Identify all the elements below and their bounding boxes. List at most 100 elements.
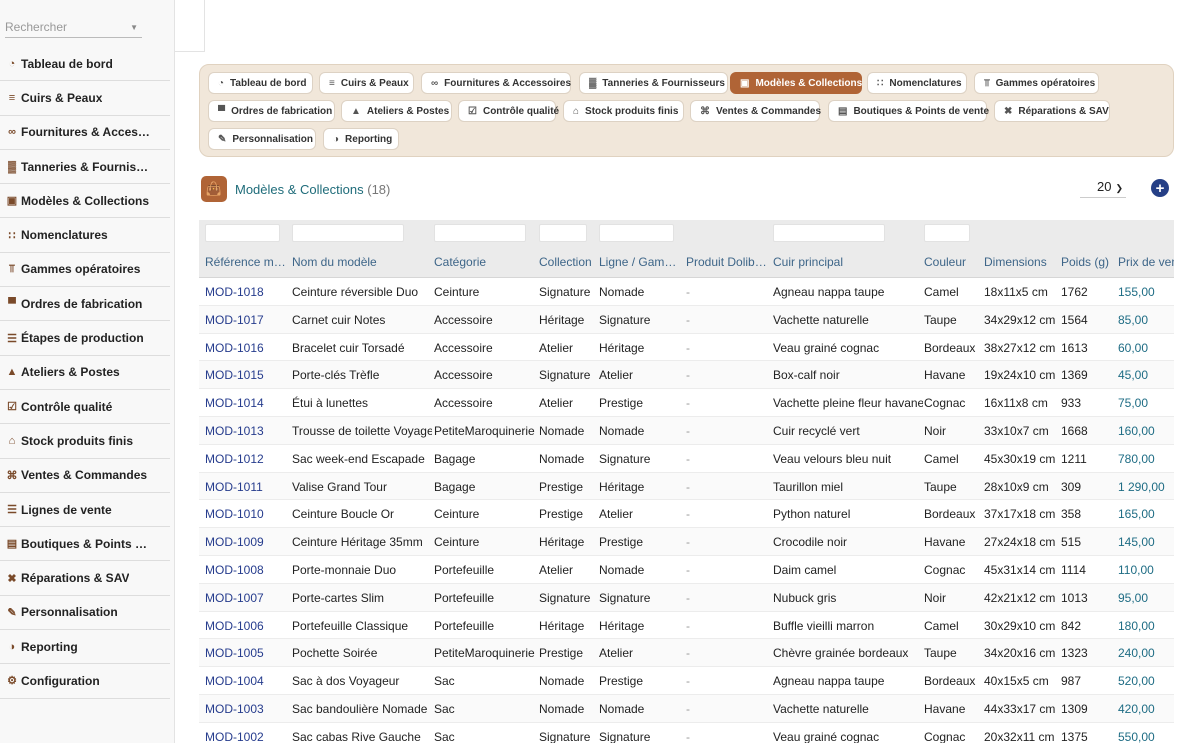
record-ref-link[interactable]: MOD-1004 — [205, 674, 285, 688]
add-record-button[interactable]: + — [1151, 179, 1169, 197]
record-ref-link[interactable]: MOD-1016 — [205, 341, 285, 355]
sidebar-item[interactable]: ⚙ Configuration — [0, 664, 170, 699]
sidebar-item[interactable]: ⫪ Gammes opératoires — [0, 253, 170, 288]
table-row[interactable]: MOD-1010 Ceinture Boucle Or Ceinture Presti… — [199, 500, 1174, 529]
sidebar-item[interactable]: ☰ Lignes de vente — [0, 493, 170, 528]
tab[interactable]: ▤ Boutiques & Points de vente — [828, 100, 989, 122]
tab[interactable]: ⌘ Ventes & Commandes — [690, 100, 821, 122]
sidebar-item[interactable]: ⌘ Ventes & Commandes — [0, 459, 170, 493]
table-row[interactable]: MOD-1013 Trousse de toilette Voyage Petite… — [199, 417, 1174, 445]
column-header[interactable]: Dimensions — [984, 255, 1060, 269]
table-row[interactable]: MOD-1002 Sac cabas Rive Gauche Sac Signatur… — [199, 723, 1174, 743]
record-ref-link[interactable]: MOD-1011 — [205, 480, 285, 494]
tools-icon: ✖ — [7, 572, 17, 585]
record-ref-link[interactable]: MOD-1003 — [205, 702, 285, 716]
record-ref-link[interactable]: MOD-1013 — [205, 424, 285, 438]
table-cell: Python naturel — [773, 507, 851, 522]
tab[interactable]: ◔ Tableau de bord — [208, 72, 313, 94]
tab[interactable]: ⫪ Gammes opératoires — [974, 72, 1099, 94]
sidebar-item[interactable]: ≡ Cuirs & Peaux — [0, 81, 170, 116]
tab[interactable]: ∞ Fournitures & Accessoires — [421, 72, 571, 94]
caret-down-icon[interactable]: ▼ — [130, 23, 138, 32]
table-row[interactable]: MOD-1014 Étui à lunettes Accessoire Atelier… — [199, 389, 1174, 417]
table-row[interactable]: MOD-1016 Bracelet cuir Torsadé Accessoire A… — [199, 334, 1174, 362]
table-cell: Cognac — [924, 396, 966, 411]
column-header[interactable]: Cuir principal — [773, 255, 923, 269]
column-filter-input[interactable] — [434, 224, 526, 242]
sidebar-item[interactable]: ◔ Tableau de bord — [0, 47, 170, 82]
tab[interactable]: ∷ Nomenclatures — [867, 72, 967, 94]
record-ref-link[interactable]: MOD-1005 — [205, 646, 285, 660]
tab[interactable]: ⌂ Stock produits finis — [563, 100, 684, 122]
sidebar-item[interactable]: ▲ Ateliers & Postes — [0, 356, 170, 390]
table-cell: 45,00 — [1118, 368, 1149, 383]
record-ref-link[interactable]: MOD-1010 — [205, 507, 285, 521]
sidebar-item[interactable]: ⌂ Stock produits finis — [0, 424, 170, 459]
tab[interactable]: ▀ Ordres de fabrication — [208, 100, 335, 122]
sidebar-item[interactable]: ☰ Étapes de production — [0, 321, 170, 356]
table-row[interactable]: MOD-1005 Pochette Soirée PetiteMaroquineri… — [199, 639, 1174, 668]
sidebar-item[interactable]: ☑ Contrôle qualité — [0, 390, 170, 425]
table-cell: Taupe — [924, 312, 957, 327]
table-cell: Nomade — [539, 702, 585, 716]
table-row[interactable]: MOD-1011 Valise Grand Tour Bagage Prestige H… — [199, 472, 1174, 501]
column-header[interactable]: Référence m… — [205, 255, 285, 269]
record-ref-link[interactable]: MOD-1017 — [205, 313, 285, 327]
table-row[interactable]: MOD-1015 Porte-clés Trèfle Accessoire Signa… — [199, 361, 1174, 390]
column-filter-input[interactable] — [292, 224, 404, 242]
tab[interactable]: ≡ Cuirs & Peaux — [319, 72, 414, 94]
table-row[interactable]: MOD-1017 Carnet cuir Notes Accessoire Hérit… — [199, 305, 1174, 334]
table-row[interactable]: MOD-1018 Ceinture réversible Duo Ceinture S… — [199, 278, 1174, 306]
tab[interactable]: ◑ Reporting — [323, 128, 399, 150]
table-row[interactable]: MOD-1003 Sac bandoulière Nomade Sac Nomade N… — [199, 695, 1174, 723]
tab[interactable]: ▣ Modèles & Collections — [730, 72, 862, 94]
sidebar-item[interactable]: ▤ Boutiques & Points … — [0, 527, 170, 562]
record-ref-link[interactable]: MOD-1002 — [205, 730, 285, 743]
record-ref-link[interactable]: MOD-1006 — [205, 619, 285, 633]
table-row[interactable]: MOD-1007 Porte-cartes Slim Portefeuille Sig… — [199, 583, 1174, 612]
page-limit-select[interactable]: 20 ❯ — [1080, 176, 1126, 198]
tab[interactable]: ✎ Personnalisation — [208, 128, 316, 150]
record-ref-link[interactable]: MOD-1014 — [205, 396, 285, 410]
table-row[interactable]: MOD-1006 Portefeuille Classique Portefeuil… — [199, 612, 1174, 640]
column-header[interactable]: Catégorie — [434, 255, 539, 269]
record-ref-link[interactable]: MOD-1018 — [205, 285, 285, 299]
table-cell: Camel — [924, 451, 959, 466]
tab[interactable]: ▲ Ateliers & Postes — [341, 100, 452, 122]
record-ref-link[interactable]: MOD-1007 — [205, 591, 285, 605]
column-header[interactable]: Prix de vent — [1118, 255, 1174, 269]
record-ref-link[interactable]: MOD-1008 — [205, 563, 285, 577]
column-header[interactable]: Couleur — [924, 255, 982, 269]
sidebar-item[interactable]: ▓ Tanneries & Fournis… — [0, 150, 170, 185]
column-filter-input[interactable] — [924, 224, 970, 242]
table-row[interactable]: MOD-1012 Sac week-end Escapade Bagage Nomad… — [199, 445, 1174, 473]
column-header[interactable]: Nom du modèle — [292, 255, 432, 269]
column-header[interactable]: Poids (g) — [1061, 255, 1116, 269]
record-ref-link[interactable]: MOD-1015 — [205, 368, 285, 382]
tab[interactable]: ▓ Tanneries & Fournisseurs — [579, 72, 728, 94]
sidebar-item[interactable]: ◑ Reporting — [0, 630, 170, 665]
column-filter-input[interactable] — [773, 224, 885, 242]
search-select[interactable]: Rechercher ▼ — [5, 14, 142, 38]
column-filter-input[interactable] — [205, 224, 280, 242]
column-header[interactable]: Collection — [539, 255, 597, 269]
table-row[interactable]: MOD-1009 Ceinture Héritage 35mm Ceinture Hé… — [199, 528, 1174, 556]
sidebar-item[interactable]: ▣ Modèles & Collections — [0, 184, 170, 219]
column-filter-input[interactable] — [539, 224, 587, 242]
table-row[interactable]: MOD-1004 Sac à dos Voyageur Sac Nomade Prest… — [199, 667, 1174, 695]
column-filter-input[interactable] — [599, 224, 674, 242]
tab[interactable]: ☑ Contrôle qualité — [458, 100, 559, 122]
column-header[interactable]: Ligne / Gam… — [599, 255, 684, 269]
record-ref-link[interactable]: MOD-1009 — [205, 535, 285, 549]
column-header[interactable]: Produit Dolib… — [686, 255, 768, 269]
table-cell: - — [686, 646, 690, 661]
sidebar-item[interactable]: ∷ Nomenclatures — [0, 218, 170, 253]
sidebar-item[interactable]: ✖ Réparations & SAV — [0, 561, 170, 596]
sidebar-item[interactable]: ✎ Personnalisation — [0, 596, 170, 631]
sidebar-item[interactable]: ▀ Ordres de fabrication — [0, 287, 170, 322]
table-row[interactable]: MOD-1008 Porte-monnaie Duo Portefeuille Ate… — [199, 556, 1174, 584]
table-cell: 520,00 — [1118, 674, 1155, 689]
tab[interactable]: ✖ Réparations & SAV — [994, 100, 1110, 122]
sidebar-item[interactable]: ∞ Fournitures & Acces… — [0, 116, 170, 150]
record-ref-link[interactable]: MOD-1012 — [205, 452, 285, 466]
